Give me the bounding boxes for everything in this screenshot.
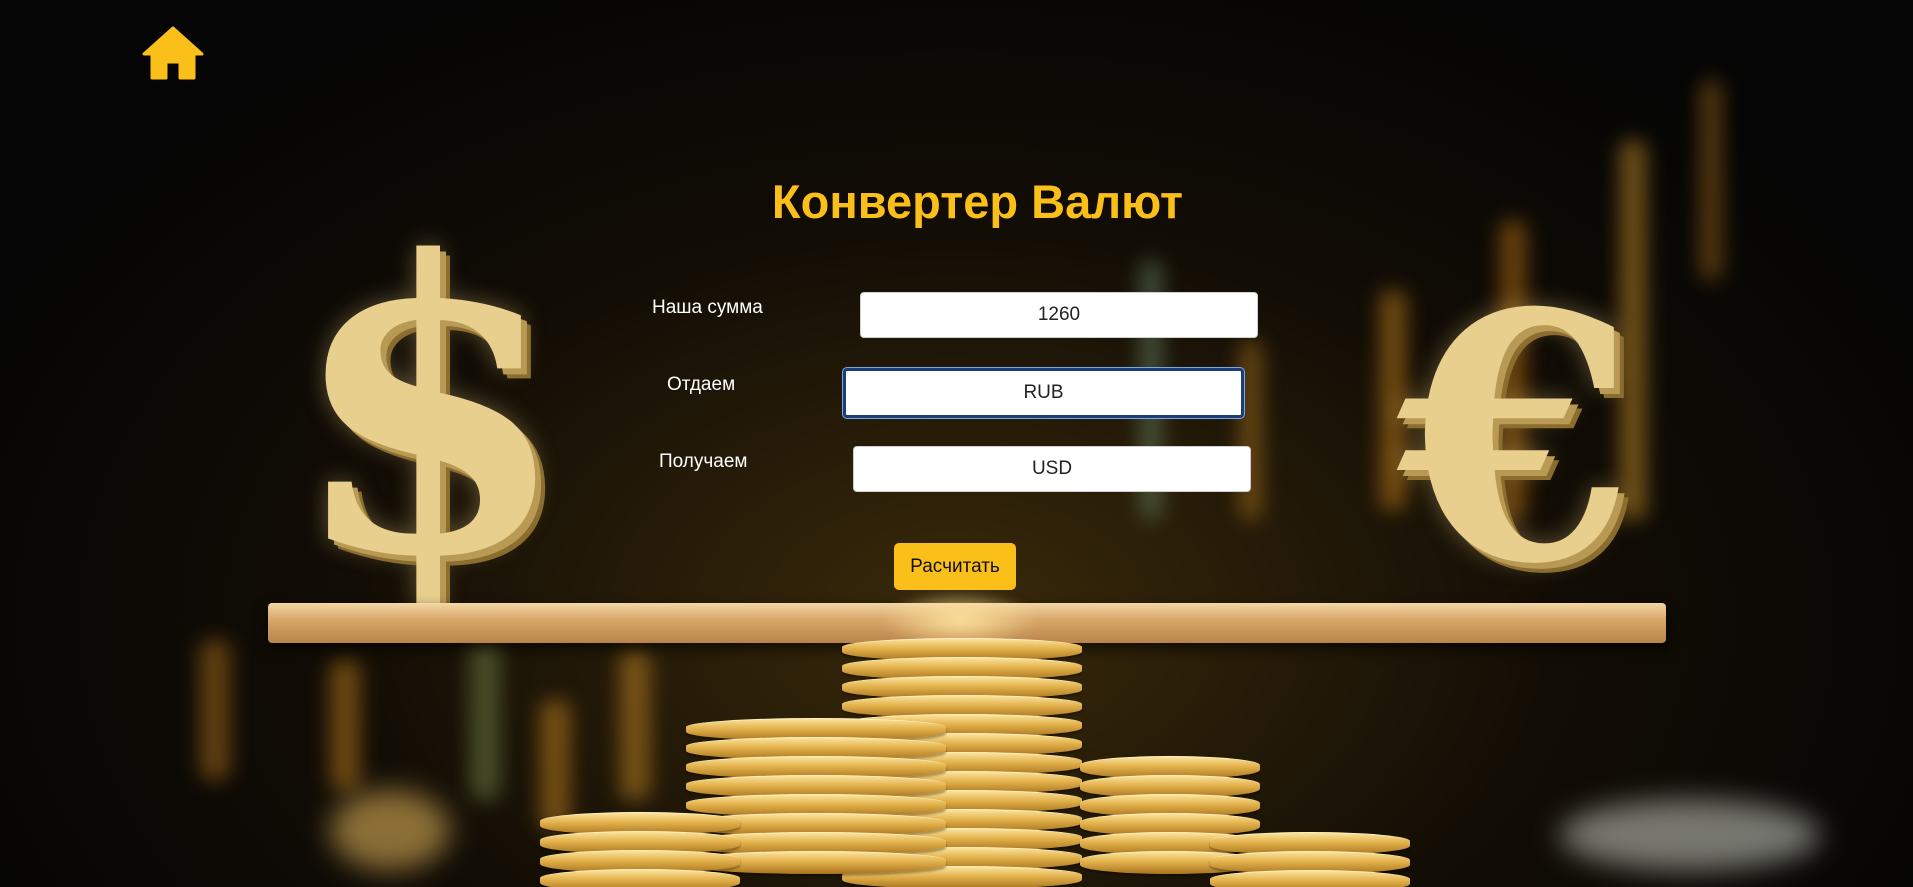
- bokeh-bar: [200, 640, 230, 780]
- bokeh-light: [1560, 800, 1820, 870]
- receive-currency-label: Получаем: [659, 451, 748, 472]
- amount-input[interactable]: [860, 292, 1258, 338]
- euro-sign-sculpture: €: [1398, 240, 1635, 639]
- bokeh-bar: [1240, 340, 1262, 520]
- bokeh-bar: [620, 650, 650, 800]
- coin-stack-far-right: [1210, 832, 1410, 887]
- dollar-sign-sculpture: $: [290, 175, 569, 645]
- receive-currency-input[interactable]: [853, 446, 1251, 492]
- amount-label: Наша сумма: [652, 297, 763, 318]
- background-image: $ €: [0, 0, 1913, 887]
- bokeh-bar: [540, 700, 570, 830]
- coin: [1210, 870, 1410, 887]
- coin: [540, 869, 740, 887]
- currency-converter-page: $ € Конвертер Валют Наша сумма 1260 Отда…: [0, 0, 1913, 887]
- home-link[interactable]: [142, 26, 204, 80]
- home-icon: [142, 26, 204, 80]
- give-currency-input[interactable]: [843, 368, 1244, 418]
- give-currency-label: Отдаем: [667, 374, 736, 395]
- bokeh-bar: [330, 660, 360, 790]
- page-title: Конвертер Валют: [771, 175, 1184, 228]
- calculate-button[interactable]: Расчитать: [894, 543, 1016, 590]
- coin-stack-far-left: [540, 812, 740, 887]
- bokeh-bar: [470, 640, 500, 800]
- bokeh-light: [330, 790, 450, 870]
